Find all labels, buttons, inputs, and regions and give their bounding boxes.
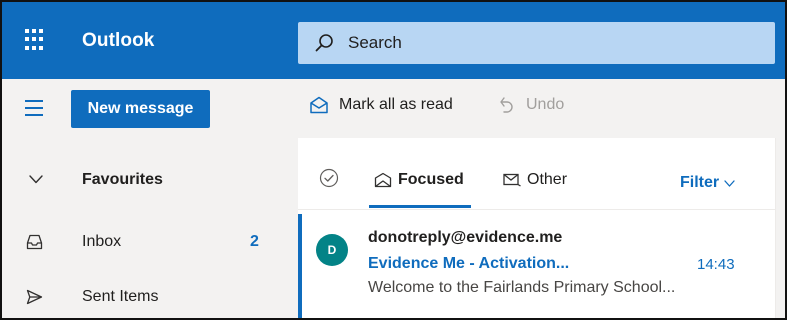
- mail-icon: [503, 173, 521, 187]
- undo-label: Undo: [526, 96, 565, 113]
- envelope-open-icon: [310, 96, 328, 114]
- favourites-header[interactable]: Favourites: [2, 161, 298, 201]
- avatar: D: [316, 234, 348, 266]
- check-circle-icon[interactable]: [319, 168, 339, 188]
- message-sender: donotreply@evidence.me: [368, 229, 563, 246]
- undo-button[interactable]: Undo: [498, 96, 564, 114]
- focused-icon: [374, 172, 392, 188]
- message-preview: Welcome to the Fairlands Primary School.…: [368, 279, 676, 296]
- chevron-down-icon: [724, 179, 735, 187]
- mark-all-read-button[interactable]: Mark all as read: [309, 96, 453, 114]
- app-launcher-waffle-icon[interactable]: [25, 29, 47, 51]
- search-placeholder: Search: [348, 33, 402, 52]
- tab-label: Other: [527, 171, 568, 188]
- message-subject: Evidence Me - Activation...: [368, 255, 570, 272]
- sidebar-item-sent-items[interactable]: Sent Items: [2, 277, 298, 317]
- sidebar-item-inbox[interactable]: Inbox 2: [2, 222, 298, 262]
- selected-message-indicator: [298, 214, 302, 318]
- command-bar: New message Mark all as read Undo: [2, 79, 785, 138]
- message-list: Focused Other Filter D donotreply@eviden…: [298, 138, 785, 318]
- tab-focused[interactable]: Focused: [374, 171, 464, 189]
- sidebar-item-label: Sent Items: [82, 288, 159, 305]
- unread-count-badge: 2: [250, 233, 259, 250]
- tab-other[interactable]: Other: [503, 171, 567, 189]
- app-title[interactable]: Outlook: [82, 30, 154, 52]
- undo-icon: [500, 97, 513, 113]
- send-icon: [26, 289, 43, 305]
- chevron-down-icon: [29, 175, 43, 184]
- filter-label: Filter: [680, 174, 720, 191]
- tab-label: Focused: [398, 171, 464, 188]
- hamburger-icon[interactable]: [25, 100, 43, 116]
- new-message-button[interactable]: New message: [71, 90, 210, 128]
- inbox-icon: [26, 234, 43, 250]
- mark-all-read-label: Mark all as read: [339, 96, 453, 113]
- filter-button[interactable]: Filter: [680, 174, 735, 192]
- search-box[interactable]: Search: [298, 22, 775, 64]
- folder-pane: Favourites Inbox 2 Sent Items: [2, 138, 298, 318]
- selected-tab-indicator: [369, 205, 471, 208]
- top-bar: Outlook Search: [2, 2, 785, 79]
- sidebar-item-label: Inbox: [82, 233, 122, 250]
- outlook-window: Outlook Search New message Mark all as r…: [0, 0, 787, 320]
- favourites-label: Favourites: [82, 171, 163, 188]
- inbox-tabs: Focused Other Filter: [298, 138, 785, 210]
- search-icon: [315, 34, 333, 52]
- message-time: 14:43: [697, 256, 735, 273]
- message-list-item[interactable]: D donotreply@evidence.me Evidence Me - A…: [298, 214, 785, 318]
- reading-pane-edge: [775, 138, 785, 318]
